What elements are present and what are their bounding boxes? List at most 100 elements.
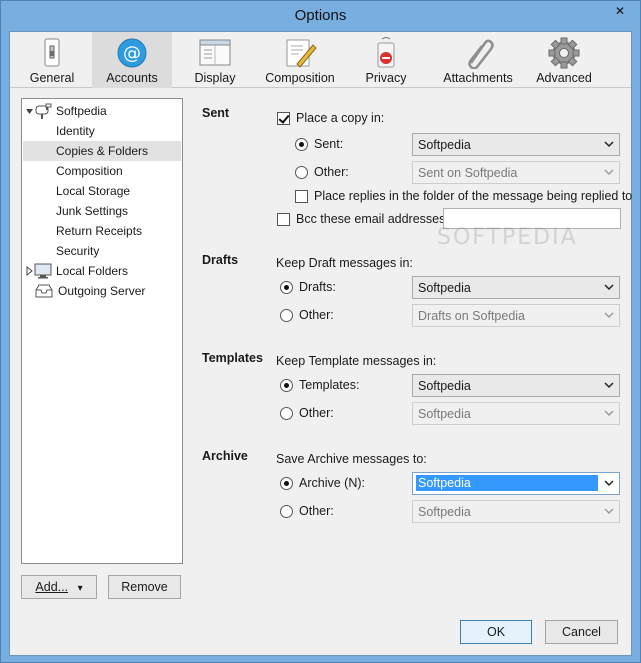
window-title: Options bbox=[294, 7, 347, 24]
sent-other-radio-label: Other: bbox=[314, 165, 349, 179]
templates-folder-dropdown[interactable]: Softpedia bbox=[412, 374, 620, 397]
gear-icon bbox=[548, 37, 580, 69]
accounts-panel: Softpedia Identity Copies & Folders Comp… bbox=[10, 89, 633, 655]
keep-templates-label: Keep Template messages in: bbox=[276, 354, 437, 368]
dropdown-value: Softpedia bbox=[418, 138, 471, 152]
tab-advanced[interactable]: Advanced bbox=[520, 32, 608, 88]
chevron-down-icon bbox=[604, 284, 614, 291]
remove-button-label: Remove bbox=[121, 580, 168, 594]
tree-item-label: Local Storage bbox=[56, 184, 131, 198]
tree-item-label: Copies & Folders bbox=[56, 144, 149, 158]
paperclip-icon bbox=[468, 39, 494, 69]
softpedia-watermark: SOFTPEDIA bbox=[437, 225, 578, 250]
dropdown-value: Sent on Softpedia bbox=[418, 166, 518, 180]
dialog-client: General @ Accounts Display Composition P… bbox=[9, 31, 632, 656]
archive-other-radio[interactable] bbox=[280, 505, 293, 518]
server-tray-icon bbox=[35, 284, 53, 298]
account-tree[interactable]: Softpedia Identity Copies & Folders Comp… bbox=[21, 98, 183, 564]
sent-radio[interactable] bbox=[295, 138, 308, 151]
add-button-label: Add... bbox=[35, 580, 69, 594]
place-copy-checkbox[interactable] bbox=[277, 112, 290, 125]
tab-general-label: General bbox=[29, 71, 75, 85]
tree-item-label: Identity bbox=[56, 124, 95, 138]
tree-item-outgoing-server[interactable]: Outgoing Server bbox=[23, 281, 181, 301]
tab-general[interactable]: General bbox=[14, 32, 90, 88]
archive-heading: Archive bbox=[202, 449, 248, 463]
tree-item-identity[interactable]: Identity bbox=[23, 121, 181, 141]
tree-item-return-receipts[interactable]: Return Receipts bbox=[23, 221, 181, 241]
drafts-other-radio-label: Other: bbox=[299, 308, 334, 322]
title-bar: Options ✕ bbox=[1, 1, 640, 31]
tree-item-local-folders[interactable]: Local Folders bbox=[23, 261, 181, 281]
place-replies-checkbox[interactable] bbox=[295, 190, 308, 203]
sent-folder-dropdown[interactable]: Softpedia bbox=[412, 133, 620, 156]
category-toolbar: General @ Accounts Display Composition P… bbox=[10, 32, 631, 88]
tree-account-label: Softpedia bbox=[56, 104, 107, 118]
dropdown-value: Softpedia bbox=[418, 505, 471, 519]
tab-attachments-label: Attachments bbox=[443, 71, 513, 85]
cancel-button[interactable]: Cancel bbox=[545, 620, 618, 644]
place-copy-label: Place a copy in: bbox=[296, 111, 385, 125]
dropdown-arrow-icon: ▾ bbox=[77, 583, 83, 594]
remove-account-button[interactable]: Remove bbox=[108, 575, 181, 599]
collapse-arrow-icon[interactable] bbox=[25, 106, 35, 116]
sent-radio-label: Sent: bbox=[314, 137, 344, 151]
tab-privacy[interactable]: Privacy bbox=[350, 32, 422, 88]
archive-radio[interactable] bbox=[280, 477, 293, 490]
chevron-down-icon bbox=[604, 141, 614, 148]
display-window-icon bbox=[199, 39, 231, 66]
tree-item-label: Junk Settings bbox=[56, 204, 129, 218]
chevron-down-icon bbox=[604, 312, 614, 319]
drafts-radio[interactable] bbox=[280, 281, 293, 294]
sent-other-radio[interactable] bbox=[295, 166, 308, 179]
archive-radio-label: Archive (N): bbox=[299, 476, 365, 490]
cancel-button-label: Cancel bbox=[562, 625, 601, 639]
dropdown-value: Softpedia bbox=[418, 281, 471, 295]
compose-pen-icon bbox=[286, 39, 317, 68]
templates-heading: Templates bbox=[202, 351, 263, 365]
chevron-down-icon bbox=[604, 169, 614, 176]
drafts-radio-label: Drafts: bbox=[299, 280, 336, 294]
archive-other-radio-label: Other: bbox=[299, 504, 334, 518]
tree-item-label: Local Folders bbox=[56, 264, 129, 278]
chevron-down-icon bbox=[604, 382, 614, 389]
place-replies-label: Place replies in the folder of the messa… bbox=[314, 189, 633, 203]
tab-attachments[interactable]: Attachments bbox=[428, 32, 528, 88]
tab-composition-label: Composition bbox=[265, 71, 335, 85]
tree-item-junk-settings[interactable]: Junk Settings bbox=[23, 201, 181, 221]
tree-item-local-storage[interactable]: Local Storage bbox=[23, 181, 181, 201]
tree-account-softpedia[interactable]: Softpedia bbox=[23, 101, 181, 121]
options-window: Options ✕ General @ Accounts Display Com… bbox=[0, 0, 641, 663]
add-account-button[interactable]: Add... ▾ bbox=[21, 575, 97, 599]
bcc-checkbox[interactable] bbox=[277, 213, 290, 226]
drafts-other-dropdown[interactable]: Drafts on Softpedia bbox=[412, 304, 620, 327]
templates-radio[interactable] bbox=[280, 379, 293, 392]
dropdown-value: Drafts on Softpedia bbox=[418, 309, 526, 323]
tab-composition[interactable]: Composition bbox=[258, 32, 342, 88]
tab-display[interactable]: Display bbox=[176, 32, 254, 88]
save-archive-label: Save Archive messages to: bbox=[276, 452, 427, 466]
templates-radio-label: Templates: bbox=[299, 378, 360, 392]
drafts-other-radio[interactable] bbox=[280, 309, 293, 322]
privacy-sign-icon bbox=[377, 37, 395, 68]
tab-accounts[interactable]: @ Accounts bbox=[92, 32, 172, 88]
templates-other-dropdown[interactable]: Softpedia bbox=[412, 402, 620, 425]
svg-text:@: @ bbox=[123, 43, 141, 64]
tree-item-security[interactable]: Security bbox=[23, 241, 181, 261]
tree-item-label: Return Receipts bbox=[56, 224, 143, 238]
tree-item-composition[interactable]: Composition bbox=[23, 161, 181, 181]
templates-other-radio[interactable] bbox=[280, 407, 293, 420]
general-switch-icon bbox=[44, 38, 60, 67]
close-button[interactable]: ✕ bbox=[606, 2, 634, 20]
drafts-heading: Drafts bbox=[202, 253, 239, 267]
chevron-down-icon bbox=[604, 480, 614, 487]
sent-other-dropdown[interactable]: Sent on Softpedia bbox=[412, 161, 620, 184]
drafts-folder-dropdown[interactable]: Softpedia bbox=[412, 276, 620, 299]
sent-heading: Sent bbox=[202, 106, 230, 120]
dropdown-value: Softpedia bbox=[418, 407, 471, 421]
archive-folder-dropdown[interactable]: Softpedia bbox=[412, 472, 620, 495]
ok-button[interactable]: OK bbox=[460, 620, 532, 644]
computer-icon bbox=[34, 263, 52, 279]
archive-other-dropdown[interactable]: Softpedia bbox=[412, 500, 620, 523]
tree-item-copies-folders[interactable]: Copies & Folders bbox=[23, 141, 181, 161]
